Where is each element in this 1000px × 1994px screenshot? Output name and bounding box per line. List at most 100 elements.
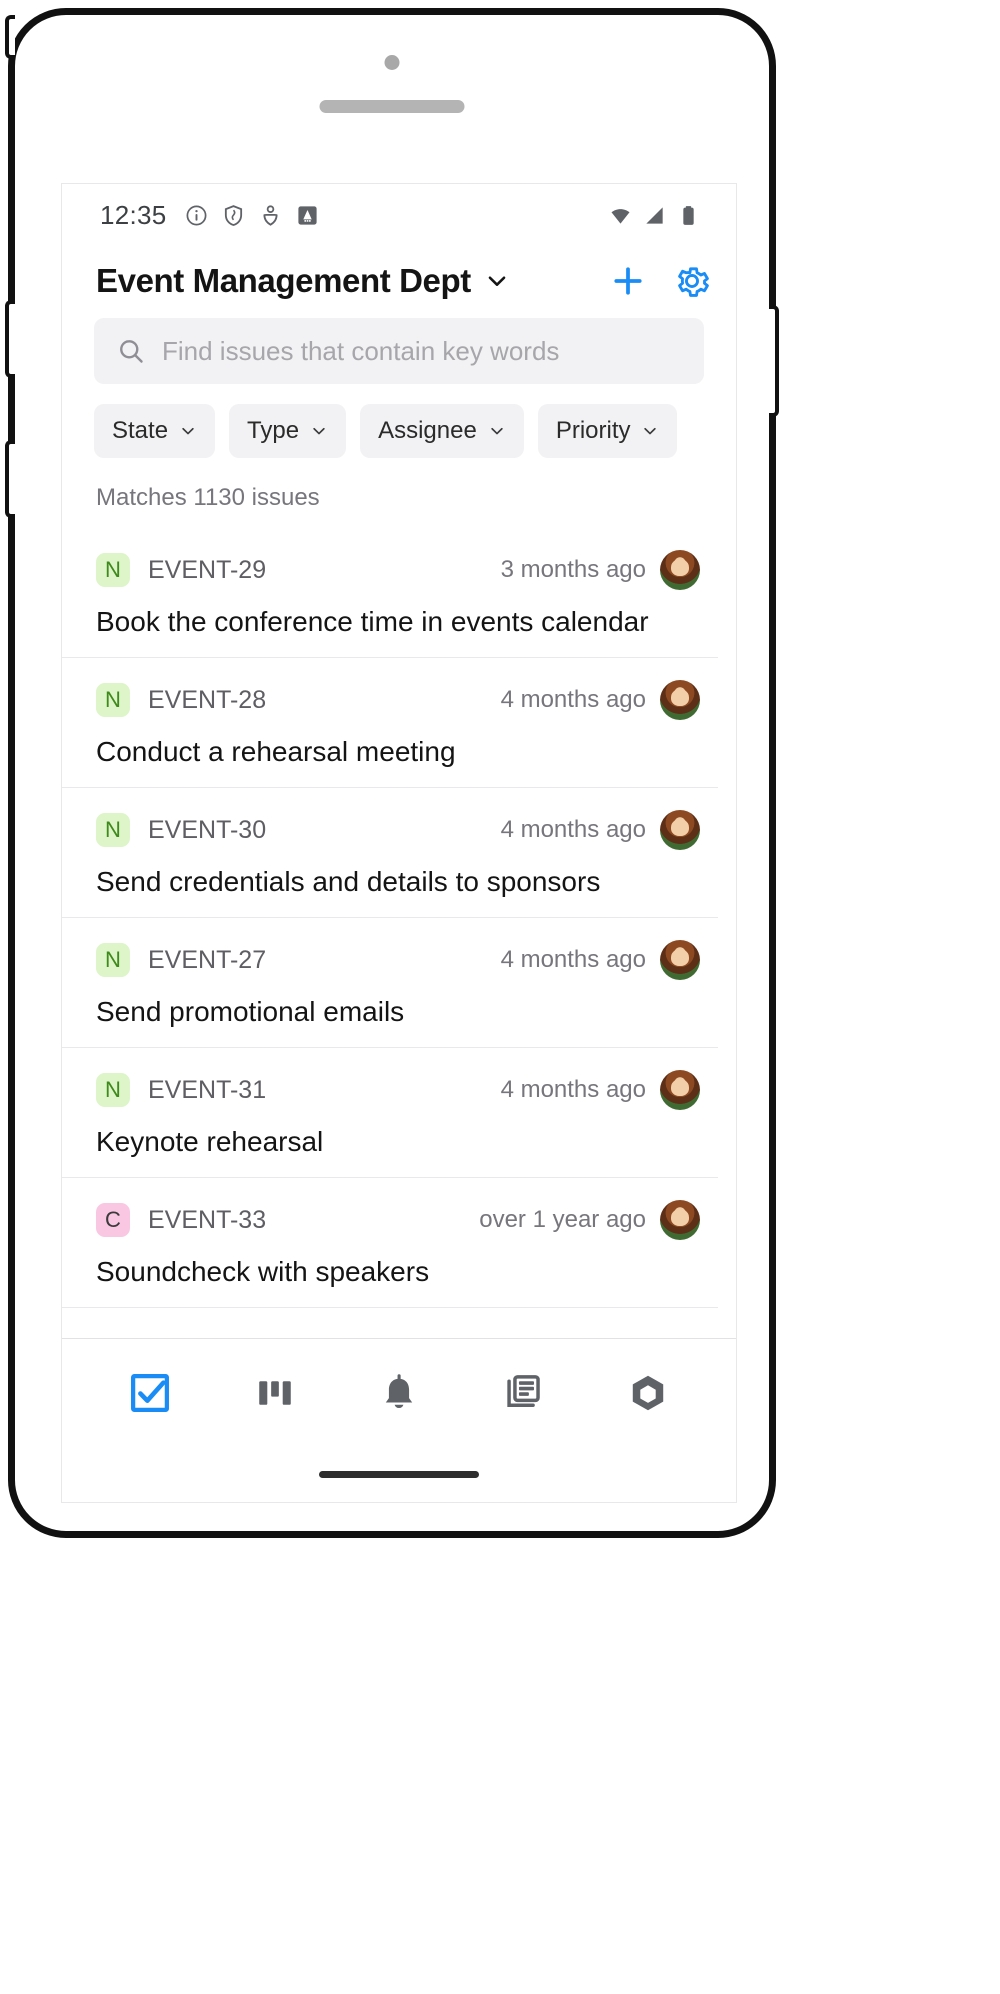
issue-title: Book the conference time in events calen… <box>96 604 700 639</box>
issue-list[interactable]: N EVENT-29 3 months ago Book the confere… <box>62 528 736 1338</box>
info-icon <box>185 204 208 227</box>
person-heart-icon <box>259 204 282 227</box>
table-row[interactable]: N EVENT-29 3 months ago Book the confere… <box>62 528 718 658</box>
issue-title: Soundcheck with speakers <box>96 1254 700 1289</box>
table-row[interactable]: N EVENT-31 4 months ago Keynote rehearsa… <box>62 1048 718 1178</box>
chevron-down-icon[interactable] <box>484 268 510 294</box>
front-camera-icon <box>385 55 400 70</box>
nav-item-knowledge-base[interactable] <box>495 1365 551 1421</box>
cellular-signal-icon <box>643 204 666 227</box>
table-row[interactable]: C EVENT-33 over 1 year ago Soundcheck wi… <box>62 1178 718 1308</box>
issue-timestamp: 4 months ago <box>501 946 646 974</box>
device-volume-down-button[interactable] <box>5 440 15 518</box>
avatar <box>660 940 700 980</box>
accessibility-badge-icon <box>296 204 319 227</box>
issue-meta: 3 months ago <box>501 550 700 590</box>
avatar <box>660 680 700 720</box>
issue-row-header: N EVENT-29 3 months ago <box>96 550 700 590</box>
issue-timestamp: 4 months ago <box>501 1076 646 1104</box>
header-actions <box>610 263 710 299</box>
page-title[interactable]: Event Management Dept <box>96 262 471 300</box>
issue-meta: over 1 year ago <box>479 1200 700 1240</box>
gesture-navigation-area <box>62 1446 736 1502</box>
issue-title: Send credentials and details to sponsors <box>96 864 700 899</box>
phone-device-frame: 12:35 <box>8 8 776 1538</box>
issue-meta: 4 months ago <box>501 680 700 720</box>
issue-timestamp: 3 months ago <box>501 556 646 584</box>
add-icon[interactable] <box>610 263 646 299</box>
issue-type-badge: N <box>96 683 130 717</box>
bottom-navigation-bar <box>62 1338 736 1446</box>
device-volume-up-button[interactable] <box>5 300 15 378</box>
avatar <box>660 810 700 850</box>
issue-title: Keynote rehearsal <box>96 1124 700 1159</box>
issue-title: Conduct a rehearsal meeting <box>96 734 700 769</box>
issue-row-header: N EVENT-27 4 months ago <box>96 940 700 980</box>
app-header: Event Management Dept <box>62 246 736 314</box>
home-gesture-bar[interactable] <box>319 1471 479 1478</box>
issue-type-badge: C <box>96 1203 130 1237</box>
battery-icon <box>677 204 700 227</box>
nav-item-notifications[interactable] <box>371 1365 427 1421</box>
table-row[interactable]: N EVENT-27 4 months ago Send promotional… <box>62 918 718 1048</box>
device-side-button-top[interactable] <box>5 15 15 59</box>
hexagon-icon <box>626 1371 670 1415</box>
issue-id: EVENT-33 <box>148 1206 266 1235</box>
articles-icon <box>501 1371 545 1415</box>
status-bar: 12:35 <box>62 184 736 246</box>
board-columns-icon <box>253 1371 297 1415</box>
issue-id: EVENT-31 <box>148 1076 266 1105</box>
nav-item-boards[interactable] <box>247 1365 303 1421</box>
issue-row-header: C EVENT-33 over 1 year ago <box>96 1200 700 1240</box>
issue-id: EVENT-30 <box>148 816 266 845</box>
issue-timestamp: 4 months ago <box>501 686 646 714</box>
search-bar[interactable] <box>94 318 704 384</box>
earpiece-speaker <box>320 100 465 113</box>
issue-id: EVENT-27 <box>148 946 266 975</box>
issue-row-header: N EVENT-28 4 months ago <box>96 680 700 720</box>
issue-id: EVENT-28 <box>148 686 266 715</box>
chevron-down-icon <box>641 422 659 440</box>
table-row[interactable]: N EVENT-28 4 months ago Conduct a rehear… <box>62 658 718 788</box>
filter-chip-type[interactable]: Type <box>229 404 346 458</box>
avatar <box>660 1070 700 1110</box>
issue-type-badge: N <box>96 1073 130 1107</box>
status-bar-right-icons <box>609 204 700 227</box>
chevron-down-icon <box>310 422 328 440</box>
results-count-label: Matches 1130 issues <box>62 476 736 528</box>
checkbox-checked-icon <box>127 1370 173 1416</box>
table-row[interactable]: N EVENT-30 4 months ago Send credentials… <box>62 788 718 918</box>
filter-chip-priority[interactable]: Priority <box>538 404 678 458</box>
filter-chip-bar: State Type Assignee Priority <box>62 384 736 476</box>
avatar <box>660 1200 700 1240</box>
issue-timestamp: over 1 year ago <box>479 1206 646 1234</box>
nav-item-projects[interactable] <box>620 1365 676 1421</box>
wifi-icon <box>609 204 632 227</box>
issue-id: EVENT-29 <box>148 556 266 585</box>
issue-type-badge: N <box>96 813 130 847</box>
issue-row-header: N EVENT-31 4 months ago <box>96 1070 700 1110</box>
issue-timestamp: 4 months ago <box>501 816 646 844</box>
filter-chip-assignee[interactable]: Assignee <box>360 404 524 458</box>
avatar <box>660 550 700 590</box>
search-input[interactable] <box>162 336 682 367</box>
issue-type-badge: N <box>96 943 130 977</box>
issue-type-badge: N <box>96 553 130 587</box>
status-bar-left-icons <box>185 204 319 227</box>
filter-chip-state-label: State <box>112 417 168 445</box>
issue-row-header: N EVENT-30 4 months ago <box>96 810 700 850</box>
search-section <box>62 314 736 384</box>
bell-icon <box>377 1371 421 1415</box>
issue-title: Send promotional emails <box>96 994 700 1029</box>
phone-screen: 12:35 <box>61 183 737 1503</box>
issue-meta: 4 months ago <box>501 940 700 980</box>
nav-item-issues[interactable] <box>122 1365 178 1421</box>
filter-chip-priority-label: Priority <box>556 417 631 445</box>
device-power-button[interactable] <box>769 305 779 417</box>
shield-icon <box>222 204 245 227</box>
search-icon <box>116 336 146 366</box>
settings-gear-icon[interactable] <box>674 263 710 299</box>
filter-chip-state[interactable]: State <box>94 404 215 458</box>
filter-chip-assignee-label: Assignee <box>378 417 477 445</box>
status-bar-time: 12:35 <box>100 200 167 231</box>
